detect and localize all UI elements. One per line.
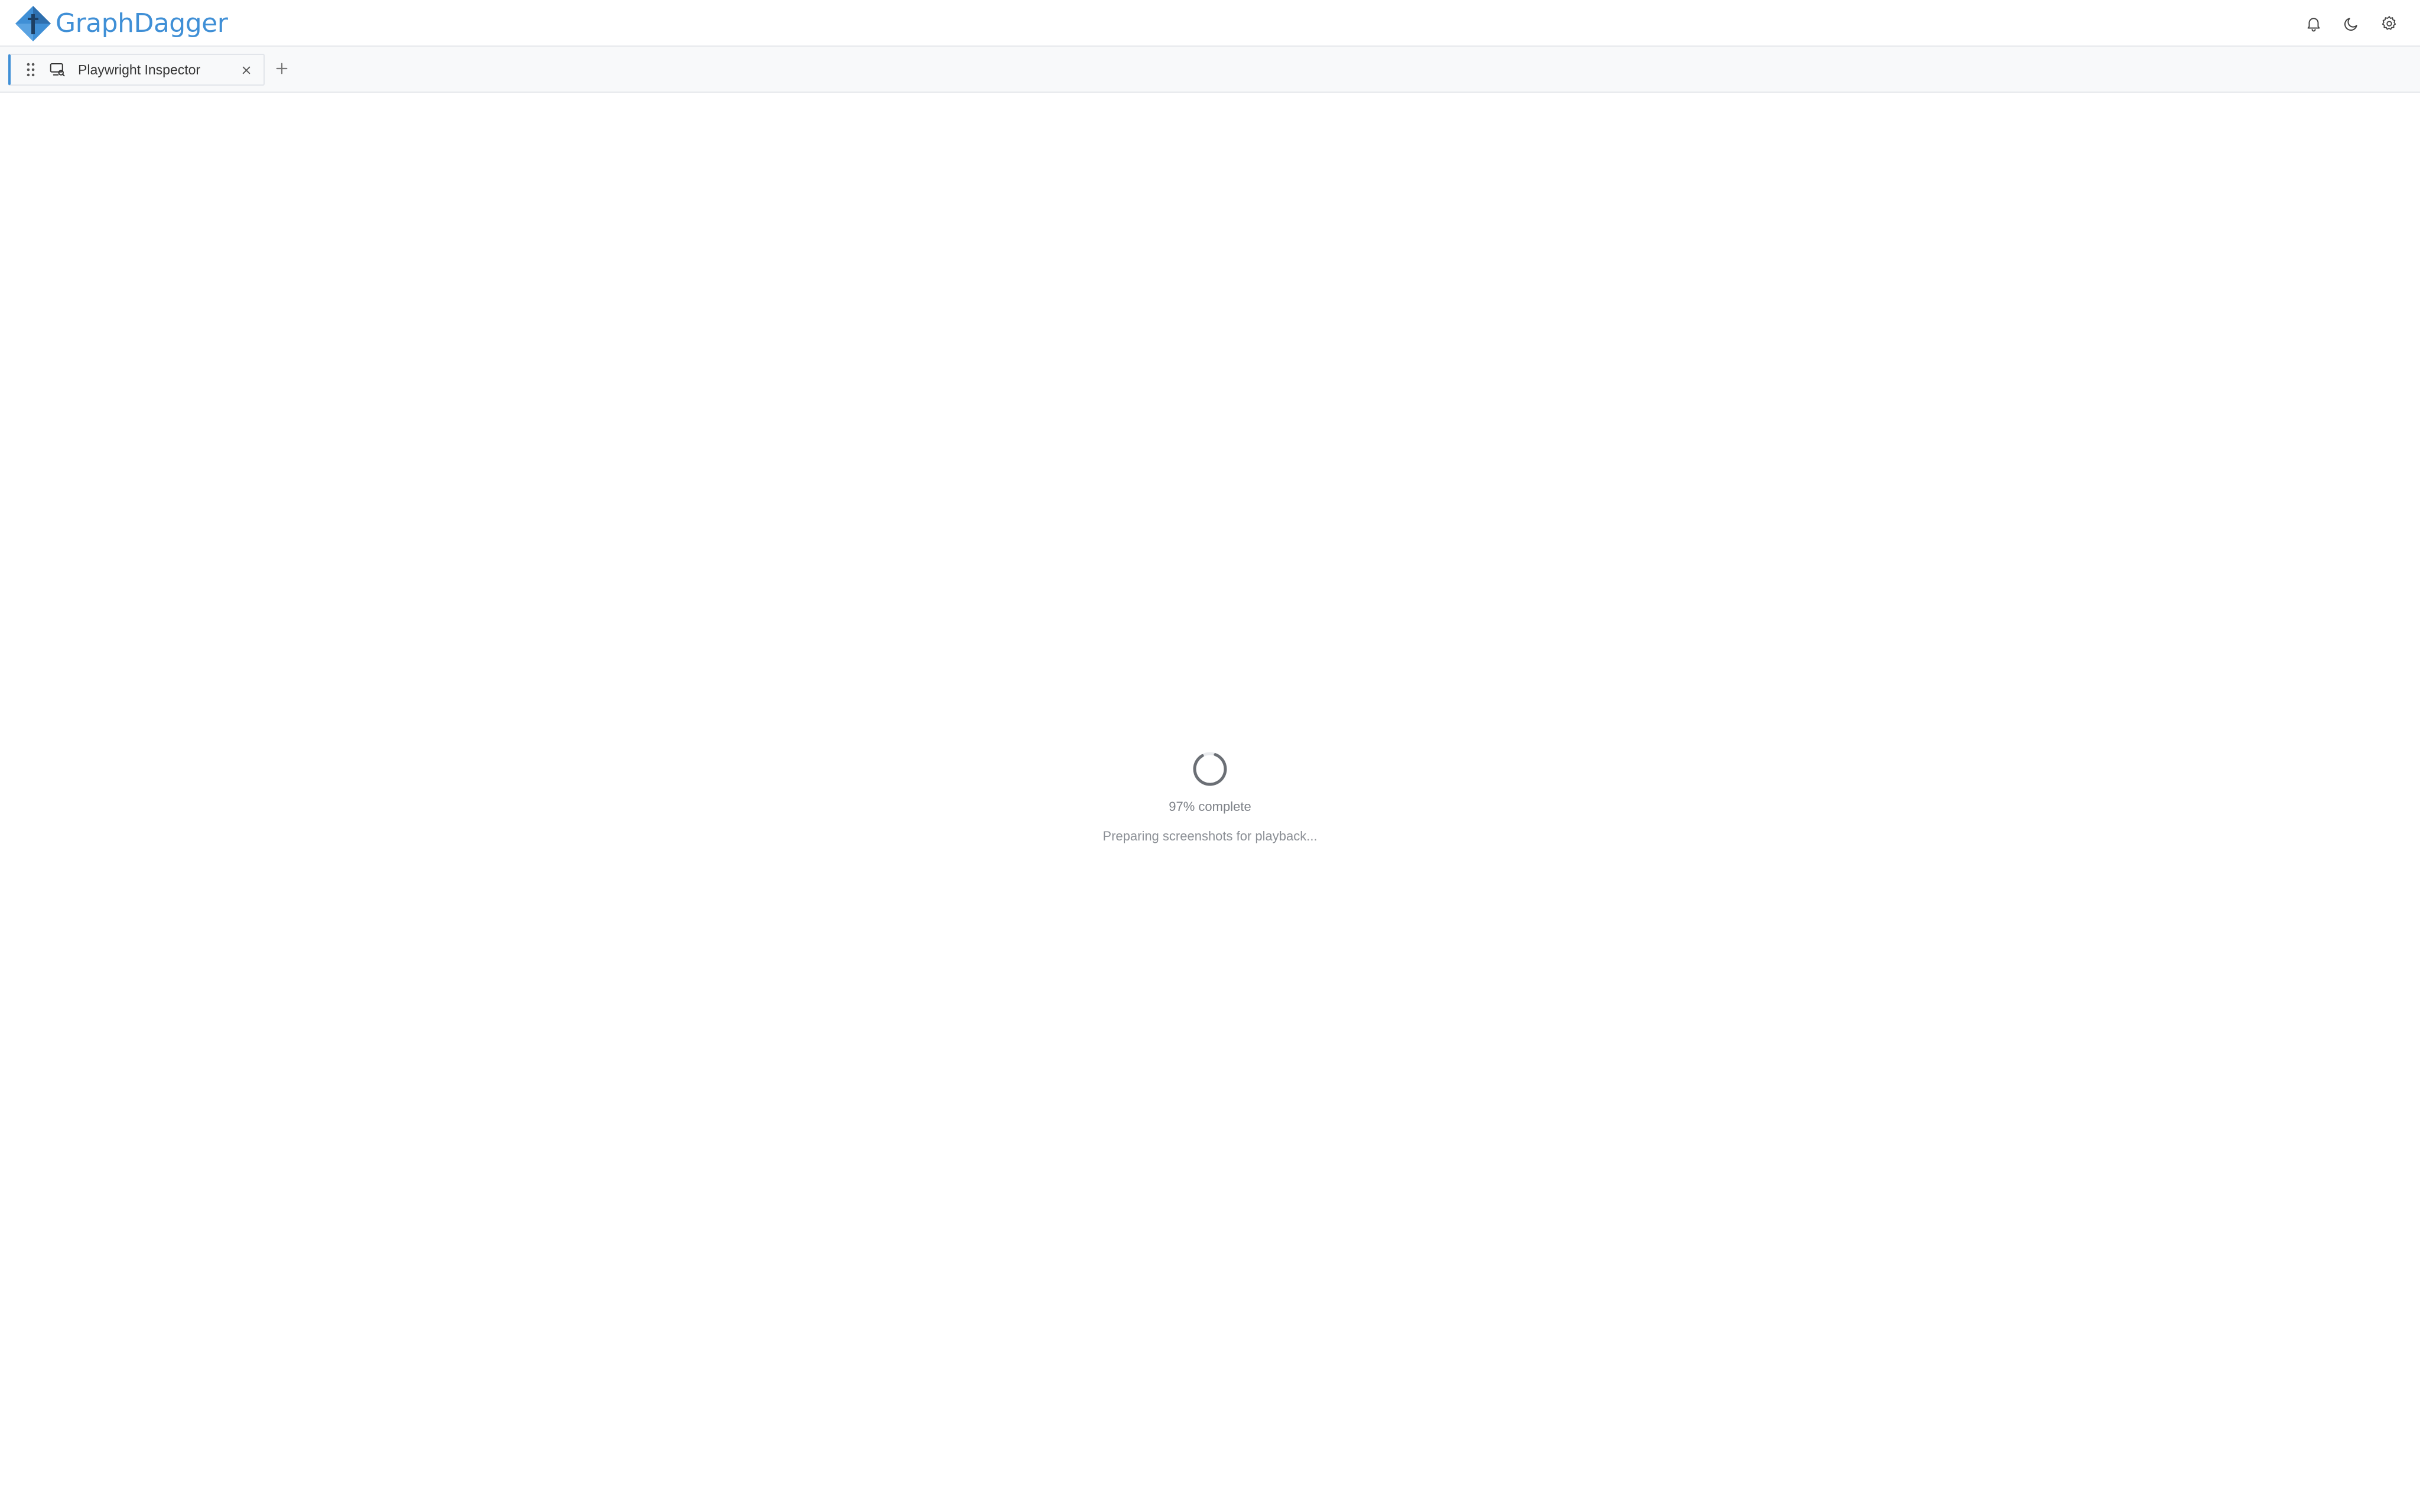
tab-label: Playwright Inspector xyxy=(78,61,201,77)
spinner-icon xyxy=(1193,752,1227,786)
top-bar: GraphDagger xyxy=(0,0,2420,47)
app-name: GraphDagger xyxy=(56,8,228,38)
bell-icon xyxy=(2305,15,2323,32)
drag-handle-icon[interactable] xyxy=(22,61,39,79)
status-text: Preparing screenshots for playback... xyxy=(1102,829,1318,843)
settings-button[interactable] xyxy=(2376,11,2402,37)
notifications-button[interactable] xyxy=(2301,11,2327,37)
header-actions xyxy=(2289,11,2402,37)
close-icon[interactable] xyxy=(239,63,254,78)
tab-bar: Playwright Inspector xyxy=(0,47,2420,93)
plus-icon xyxy=(276,63,288,77)
tab-playwright-inspector[interactable]: Playwright Inspector xyxy=(8,54,265,86)
add-tab-button[interactable] xyxy=(273,61,291,79)
logo-icon xyxy=(14,5,52,43)
inspector-icon xyxy=(47,60,67,80)
gear-icon xyxy=(2380,15,2398,32)
progress-text: 97% complete xyxy=(1169,799,1251,814)
moon-icon xyxy=(2343,15,2360,32)
loading-indicator: 97% complete Preparing screenshots for p… xyxy=(974,750,1446,856)
spinner-progress-arc xyxy=(1193,753,1227,786)
brand[interactable]: GraphDagger xyxy=(14,5,228,43)
theme-toggle-button[interactable] xyxy=(2338,11,2364,37)
